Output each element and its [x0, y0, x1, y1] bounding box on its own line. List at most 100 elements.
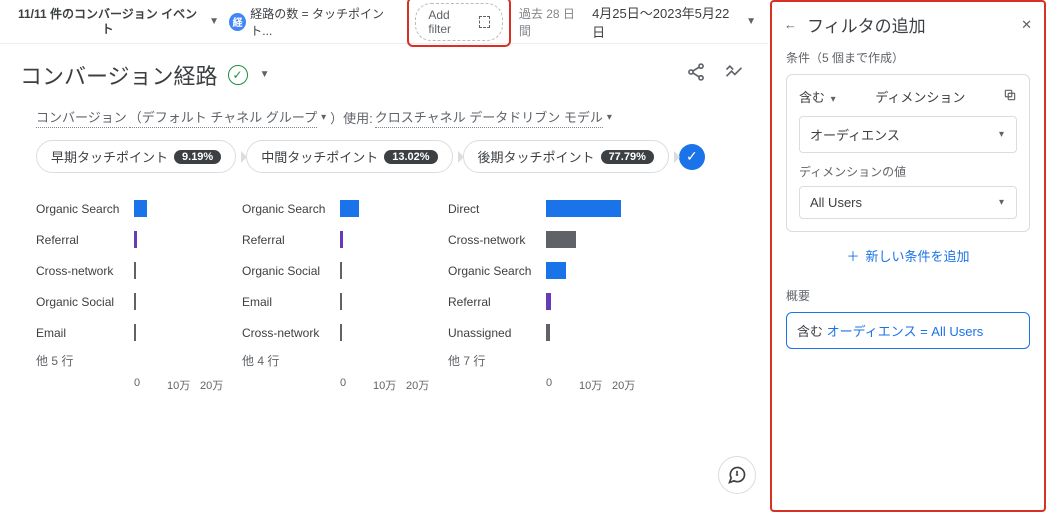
- chevron-down-icon[interactable]: ▾: [605, 112, 614, 123]
- tab-percent: 77.79%: [601, 150, 654, 164]
- bar-area: [546, 291, 646, 312]
- panel-title: フィルタの追加: [807, 12, 1011, 37]
- bar-area: [134, 260, 234, 281]
- bar-label: Email: [36, 326, 134, 340]
- metric-chip[interactable]: 経 経路の数 = タッチポイント...: [229, 5, 399, 39]
- bar-row: Cross-network: [448, 224, 658, 255]
- bar-area: [546, 260, 646, 281]
- add-condition-label: 新しい条件を追加: [866, 246, 970, 265]
- include-dropdown[interactable]: 含む ▾: [799, 87, 838, 106]
- bar-area: [546, 198, 646, 219]
- bar-row: Organic Search: [448, 255, 658, 286]
- filter-panel: ← フィルタの追加 ✕ 条件（5 個まで作成） 含む ▾ ディメンション オーデ…: [770, 0, 1046, 512]
- chevron-down-icon[interactable]: ▾: [319, 112, 328, 123]
- close-icon[interactable]: ✕: [1021, 17, 1032, 33]
- dimension-value-select[interactable]: All Users ▾: [799, 186, 1017, 219]
- chevron-down-icon[interactable]: ▼: [744, 16, 758, 27]
- bar[interactable]: [134, 324, 136, 341]
- confirm-check-icon[interactable]: ✓: [679, 144, 705, 170]
- dimension-label: ディメンション: [875, 87, 965, 106]
- bar[interactable]: [546, 293, 551, 310]
- chevron-down-icon[interactable]: ▼: [207, 16, 221, 27]
- insights-icon[interactable]: [720, 58, 748, 91]
- bar[interactable]: [340, 324, 342, 341]
- bar[interactable]: [340, 231, 343, 248]
- page-title-row: コンバージョン経路 ✓ ▼: [0, 44, 768, 101]
- bar-label: Cross-network: [448, 233, 546, 247]
- bar-label: Referral: [242, 233, 340, 247]
- bar[interactable]: [546, 324, 550, 341]
- bar[interactable]: [546, 231, 576, 248]
- tab-early-touchpoint[interactable]: 早期タッチポイント 9.19%: [36, 140, 236, 173]
- copy-icon[interactable]: [1003, 88, 1017, 105]
- axis-row: 010万20万: [242, 377, 448, 393]
- axis-tick: 10万: [373, 377, 406, 393]
- summary-key: 含む: [797, 324, 823, 339]
- model-name[interactable]: クロスチャネル データドリブン モデル: [375, 107, 603, 128]
- other-rows-label[interactable]: 他 7 行: [448, 348, 658, 371]
- bar[interactable]: [134, 262, 136, 279]
- bar-row: Email: [242, 286, 448, 317]
- conversion-event-count[interactable]: 11/11 件のコンバージョン イベント: [16, 7, 199, 36]
- other-rows-label[interactable]: 他 5 行: [36, 348, 242, 371]
- axis-row: 010万20万: [448, 377, 658, 393]
- channel-group-word[interactable]: （デフォルト チャネル グループ: [129, 107, 317, 128]
- chart-column: Organic Search Referral Organic Social Emai…: [242, 193, 448, 393]
- bar-area: [134, 291, 234, 312]
- bar-area: [546, 322, 646, 343]
- axis-row: 010万20万: [36, 377, 242, 393]
- conversion-word[interactable]: コンバージョン: [36, 107, 127, 128]
- add-condition-button[interactable]: ＋ 新しい条件を追加: [786, 232, 1030, 267]
- back-arrow-icon[interactable]: ←: [784, 17, 797, 32]
- bar[interactable]: [340, 293, 342, 310]
- bar[interactable]: [134, 200, 147, 217]
- tab-late-touchpoint[interactable]: 後期タッチポイント 77.79%: [463, 140, 669, 173]
- bar-label: Unassigned: [448, 326, 546, 340]
- bar-area: [340, 198, 440, 219]
- bar-row: Cross-network: [36, 255, 242, 286]
- bar-area: [134, 198, 234, 219]
- charts-container: Organic SearchReferralCross-networkOrgan…: [0, 183, 768, 403]
- share-icon[interactable]: [682, 58, 710, 91]
- summary-label: 概要: [786, 287, 1030, 304]
- top-filter-bar: 11/11 件のコンバージョン イベント ▼ 経 経路の数 = タッチポイント.…: [0, 0, 768, 44]
- bar-area: [546, 229, 646, 250]
- bar-row: Unassigned: [448, 317, 658, 348]
- bar-row: Organic Social: [242, 255, 448, 286]
- bar[interactable]: [546, 262, 566, 279]
- bar-label: Organic Search: [36, 202, 134, 216]
- summary-pill[interactable]: 含む オーディエンス = All Users: [786, 312, 1030, 349]
- tab-label: 中間タッチポイント: [261, 147, 378, 166]
- bar-row: Referral: [448, 286, 658, 317]
- bar[interactable]: [546, 200, 621, 217]
- bar-row: Email: [36, 317, 242, 348]
- other-rows-label[interactable]: 他 4 行: [242, 348, 448, 371]
- conditions-header: 条件（5 個まで作成）: [786, 49, 1030, 66]
- bar-area: [340, 291, 440, 312]
- bar-row: Cross-network: [242, 317, 448, 348]
- bar[interactable]: [340, 200, 359, 217]
- bar[interactable]: [134, 231, 137, 248]
- axis-tick: 0: [546, 377, 579, 393]
- axis-tick: 20万: [406, 377, 439, 393]
- bar-area: [340, 229, 440, 250]
- bar[interactable]: [134, 293, 136, 310]
- tab-percent: 13.02%: [384, 150, 437, 164]
- bar-label: Organic Social: [242, 264, 340, 278]
- date-range[interactable]: 4月25日～2023年5月22日: [592, 3, 736, 41]
- tab-mid-touchpoint[interactable]: 中間タッチポイント 13.02%: [246, 140, 452, 173]
- status-check-icon[interactable]: ✓: [228, 65, 248, 85]
- placeholder-square-icon: [479, 16, 490, 28]
- dimension-select[interactable]: オーディエンス ▾: [799, 116, 1017, 153]
- model-description: コンバージョン （デフォルト チャネル グループ▾ ）使用: クロスチャネル デ…: [0, 101, 768, 132]
- axis-tick: 10万: [167, 377, 200, 393]
- feedback-button[interactable]: [718, 456, 756, 494]
- chevron-down-icon[interactable]: ▼: [258, 69, 272, 80]
- add-filter-highlight: Add filter: [407, 0, 511, 47]
- tab-percent: 9.19%: [174, 150, 221, 164]
- bar-label: Organic Search: [242, 202, 340, 216]
- add-filter-button[interactable]: Add filter: [415, 3, 503, 41]
- bar-area: [340, 322, 440, 343]
- page-title: コンバージョン経路: [20, 59, 218, 91]
- bar[interactable]: [340, 262, 342, 279]
